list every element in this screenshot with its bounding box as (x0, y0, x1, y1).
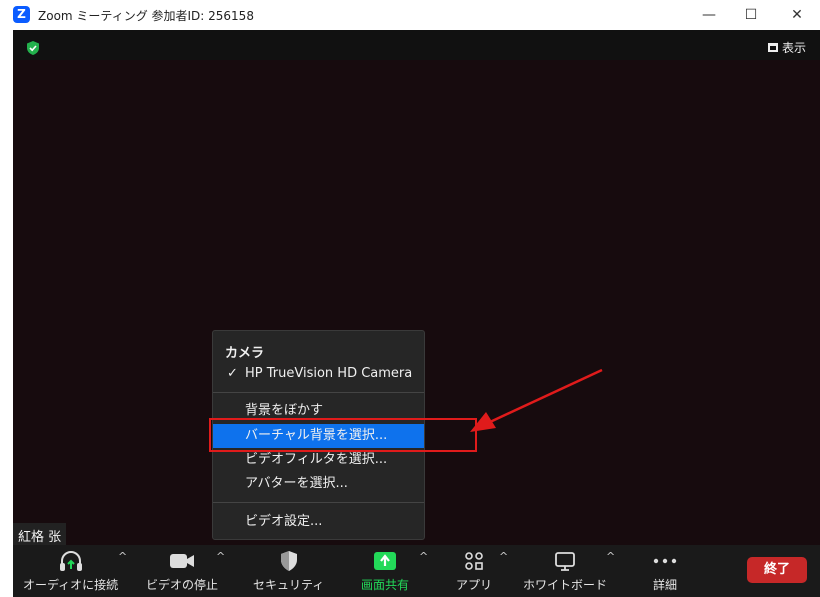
checkmark-icon: ✓ (227, 366, 238, 381)
security-button[interactable]: セキュリティ (253, 549, 324, 593)
view-button[interactable]: 表示 (767, 39, 806, 56)
apps-options-caret[interactable]: ^ (499, 550, 508, 563)
annotation-highlight-box (209, 418, 477, 452)
audio-button-label: オーディオに接続 (23, 578, 119, 592)
apps-button[interactable]: アプリ (456, 549, 492, 593)
security-label: セキュリティ (253, 578, 325, 592)
stop-video-button[interactable]: ビデオの停止 (146, 549, 218, 593)
apps-icon (460, 549, 488, 573)
stop-video-label: ビデオの停止 (146, 578, 219, 592)
minimize-button[interactable]: — (686, 0, 732, 30)
whiteboard-icon (551, 549, 579, 573)
grid-view-icon (767, 43, 778, 52)
shield-icon (275, 549, 303, 573)
share-screen-label: 画面共有 (361, 578, 410, 592)
camera-device-item[interactable]: ✓ HP TrueVision HD Camera (213, 362, 424, 386)
whiteboard-label: ホワイトボード (523, 578, 608, 592)
annotation-arrow-icon (470, 368, 603, 432)
share-screen-button[interactable]: 画面共有 (361, 549, 409, 593)
whiteboard-options-caret[interactable]: ^ (606, 550, 615, 563)
audio-options-caret[interactable]: ^ (118, 550, 127, 563)
share-options-caret[interactable]: ^ (419, 550, 428, 563)
end-meeting-button[interactable]: 終了 (747, 557, 807, 583)
window-title: Zoom ミーティング 参加者ID: 256158 (38, 9, 254, 23)
menu-divider (213, 502, 424, 503)
menu-divider (213, 392, 424, 393)
security-shield-icon[interactable] (25, 40, 41, 56)
maximize-button[interactable]: ☐ (728, 0, 774, 30)
more-label: 詳細 (652, 578, 677, 592)
meeting-top-bar: 表示 (13, 30, 820, 60)
close-window-button[interactable]: ✕ (774, 0, 820, 30)
view-button-label: 表示 (781, 41, 806, 55)
share-arrow-icon (371, 549, 399, 573)
apps-label: アプリ (456, 578, 493, 592)
camera-device-label: HP TrueVision HD Camera (245, 366, 413, 381)
menu-heading-camera: カメラ (225, 346, 265, 361)
zoom-logo-icon: Z (13, 6, 30, 23)
video-options-caret[interactable]: ^ (216, 550, 225, 563)
video-camera-icon (168, 549, 196, 573)
more-dots-icon (651, 549, 679, 573)
avatar-item[interactable]: アバターを選択... (213, 472, 424, 496)
meeting-toolbar: オーディオに接続 ^ ビデオの停止 ^ セキュリティ 画面共有 ^ アプリ ^ … (13, 545, 820, 597)
more-button[interactable]: 詳細 (651, 549, 679, 593)
audio-button[interactable]: オーディオに接続 (23, 549, 118, 593)
whiteboard-button[interactable]: ホワイトボード (523, 549, 607, 593)
headphones-icon (57, 549, 85, 573)
title-bar: Z Zoom ミーティング 参加者ID: 256158 — ☐ ✕ (0, 0, 820, 30)
video-settings-item[interactable]: ビデオ設定... (213, 510, 424, 534)
